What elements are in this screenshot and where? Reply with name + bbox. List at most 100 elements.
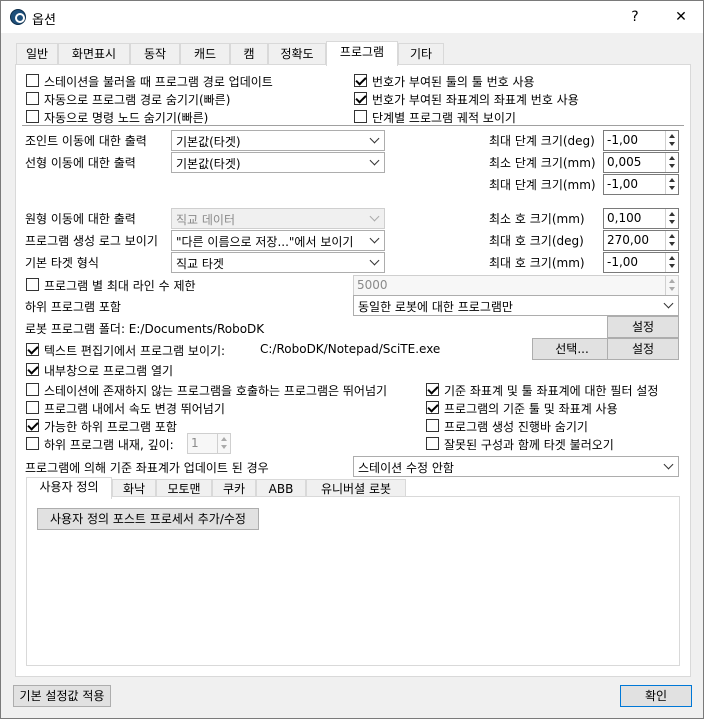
set-editor-button[interactable]: 설정 xyxy=(607,338,679,360)
checkbox-skip-speed-changes[interactable] xyxy=(26,401,39,414)
spin-up-icon[interactable] xyxy=(669,279,675,283)
chevron-down-icon xyxy=(369,133,380,144)
spinbox-max-step-mm[interactable]: -1,00 xyxy=(603,174,679,195)
spin-down-icon[interactable] xyxy=(669,186,675,190)
chevron-down-icon xyxy=(369,255,380,266)
checkbox-show-step-path[interactable] xyxy=(354,110,367,123)
label-max-arc-mm: 최대 호 크기(mm) xyxy=(489,256,585,270)
select-frame-update[interactable]: 스테이션 수정 안함 xyxy=(353,456,679,477)
spin-up-icon[interactable] xyxy=(221,437,227,441)
close-button[interactable]: ✕ xyxy=(661,1,701,33)
checkbox-use-program-tool-frame[interactable] xyxy=(426,401,439,414)
label-use-program-tool-frame: 프로그램의 기준 툴 및 좌표계 사용 xyxy=(444,402,618,416)
spinbox-max-step-deg[interactable]: -1,00 xyxy=(603,130,679,151)
checkbox-open-in-popup[interactable] xyxy=(26,363,39,376)
tab-program[interactable]: 프로그램 xyxy=(326,41,398,66)
apply-defaults-button[interactable]: 기본 설정값 적용 xyxy=(13,685,111,707)
tab-accuracy[interactable]: 정확도 xyxy=(268,43,326,65)
spin-down-icon[interactable] xyxy=(669,242,675,246)
spinbox-min-step-mm[interactable]: 0,005 xyxy=(603,152,679,173)
checkbox-use-frame-number[interactable] xyxy=(354,92,367,105)
label-auto-hide-path: 자동으로 프로그램 경로 숨기기(빠른) xyxy=(44,93,231,107)
label-skip-missing-calls: 스테이션에 존재하지 않는 프로그램을 호출하는 프로그램은 뛰어넘기 xyxy=(44,384,388,398)
label-inline-subprograms: 하위 프로그램 내재, 깊이: xyxy=(44,438,174,452)
spinbox-min-arc-mm[interactable]: 0,100 xyxy=(603,208,679,229)
tab-cam[interactable]: 캠 xyxy=(230,43,268,65)
label-frame-update: 프로그램에 의해 기준 좌표계가 업데이트 된 경우 xyxy=(25,461,269,475)
program-tab-panel: 스테이션을 불러올 때 프로그램 경로 업데이트 자동으로 프로그램 경로 숨기… xyxy=(15,64,691,677)
tab-motion[interactable]: 동작 xyxy=(130,43,180,65)
spinbox-max-arc-mm[interactable]: -1,00 xyxy=(603,252,679,273)
spin-down-icon[interactable] xyxy=(669,264,675,268)
select-joint-output[interactable]: 기본값(타겟) xyxy=(171,130,385,151)
tab-display[interactable]: 화면표시 xyxy=(58,43,130,65)
checkbox-show-in-editor[interactable] xyxy=(26,343,39,356)
spin-down-icon[interactable] xyxy=(669,287,675,291)
checkbox-skip-missing-calls[interactable] xyxy=(26,383,39,396)
checkbox-use-tool-number[interactable] xyxy=(354,74,367,87)
custom-tab-panel: 사용자 정의 포스트 프로세서 추가/수정 xyxy=(26,496,680,666)
chevron-down-icon xyxy=(369,233,380,244)
spin-up-icon[interactable] xyxy=(669,212,675,216)
spin-up-icon[interactable] xyxy=(669,178,675,182)
label-use-frame-number: 번호가 부여된 좌표계의 좌표계 번호 사용 xyxy=(372,93,579,107)
checkbox-update-path-on-load[interactable] xyxy=(26,74,39,87)
label-load-invalid-config: 잘못된 구성과 함께 타겟 불러오기 xyxy=(444,438,614,452)
title-bar: 옵션 ? ✕ xyxy=(1,1,703,33)
label-joint-output: 조인트 이동에 대한 출력 xyxy=(25,134,147,148)
label-include-subprograms: 하위 프로그램 포함 xyxy=(25,300,121,314)
tab-cad[interactable]: 캐드 xyxy=(180,43,230,65)
spin-down-icon[interactable] xyxy=(669,220,675,224)
select-include-subprograms[interactable]: 동일한 로봇에 대한 프로그램만 xyxy=(353,295,679,316)
spin-down-icon[interactable] xyxy=(669,164,675,168)
options-dialog: 옵션 ? ✕ 일반 화면표시 동작 캐드 캠 정확도 프로그램 기타 스테이션을… xyxy=(0,0,704,719)
label-min-arc-mm: 최소 호 크기(mm) xyxy=(489,212,585,226)
spinbox-max-arc-deg[interactable]: 270,00 xyxy=(603,230,679,251)
select-target-type[interactable]: 직교 타겟 xyxy=(171,252,385,273)
editor-path: C:/RoboDK/Notepad/SciTE.exe xyxy=(260,342,441,356)
label-robot-program-folder: 로봇 프로그램 폴더: E:/Documents/RoboDK xyxy=(25,322,265,336)
spin-up-icon[interactable] xyxy=(669,156,675,160)
spinbox-max-lines[interactable]: 5000 xyxy=(353,275,679,296)
checkbox-include-possible-subprograms[interactable] xyxy=(26,419,39,432)
label-show-in-editor: 텍스트 편집기에서 프로그램 보이기: xyxy=(44,344,226,358)
chevron-down-icon xyxy=(369,211,380,222)
help-button[interactable]: ? xyxy=(615,1,655,33)
set-folder-button[interactable]: 설정 xyxy=(607,316,679,338)
tab-custom[interactable]: 사용자 정의 xyxy=(26,477,112,499)
checkbox-load-invalid-config[interactable] xyxy=(426,437,439,450)
label-max-lines: 프로그램 별 최대 라인 수 제한 xyxy=(44,279,196,293)
label-auto-hide-nodes: 자동으로 명령 노드 숨기기(빠른) xyxy=(44,111,209,125)
label-update-path-on-load: 스테이션을 불러올 때 프로그램 경로 업데이트 xyxy=(44,75,273,89)
checkbox-auto-hide-nodes[interactable] xyxy=(26,110,39,123)
label-generation-log: 프로그램 생성 로그 보이기 xyxy=(25,234,158,248)
label-max-arc-deg: 최대 호 크기(deg) xyxy=(489,234,584,248)
select-generation-log[interactable]: "다른 이름으로 저장..."에서 보이기 xyxy=(171,230,385,251)
spin-up-icon[interactable] xyxy=(669,234,675,238)
spin-down-icon[interactable] xyxy=(221,445,227,449)
label-skip-speed-changes: 프로그램 내에서 속도 변경 뛰어넘기 xyxy=(44,402,225,416)
checkbox-inline-subprograms[interactable] xyxy=(26,437,39,450)
label-use-tool-number: 번호가 부여된 툴의 툴 번호 사용 xyxy=(372,75,535,89)
checkbox-max-lines[interactable] xyxy=(26,278,39,291)
spin-up-icon[interactable] xyxy=(669,256,675,260)
select-circular-output[interactable]: 직교 데이터 xyxy=(171,208,385,229)
tab-other[interactable]: 기타 xyxy=(398,43,444,65)
spin-up-icon[interactable] xyxy=(669,134,675,138)
label-show-step-path: 단계별 프로그램 궤적 보이기 xyxy=(372,111,516,125)
label-open-in-popup: 내부창으로 프로그램 열기 xyxy=(44,364,174,378)
label-circular-output: 원형 이동에 대한 출력 xyxy=(25,212,136,226)
chevron-down-icon xyxy=(663,459,674,470)
select-linear-output[interactable]: 기본값(타겟) xyxy=(171,152,385,173)
tab-general[interactable]: 일반 xyxy=(16,43,58,65)
spinbox-inline-depth[interactable]: 1 xyxy=(187,433,231,454)
checkbox-hide-progress-bar[interactable] xyxy=(426,419,439,432)
custom-postprocessor-button[interactable]: 사용자 정의 포스트 프로세서 추가/수정 xyxy=(37,508,259,530)
label-max-step-mm: 최대 단계 크기(mm) xyxy=(489,178,596,192)
checkbox-auto-hide-path[interactable] xyxy=(26,92,39,105)
ok-button[interactable]: 확인 xyxy=(620,685,692,707)
label-frame-tool-filter: 기준 좌표계 및 툴 좌표계에 대한 필터 설정 xyxy=(444,384,659,398)
checkbox-frame-tool-filter[interactable] xyxy=(426,383,439,396)
spin-down-icon[interactable] xyxy=(669,142,675,146)
select-editor-button[interactable]: 선택... xyxy=(532,338,612,360)
